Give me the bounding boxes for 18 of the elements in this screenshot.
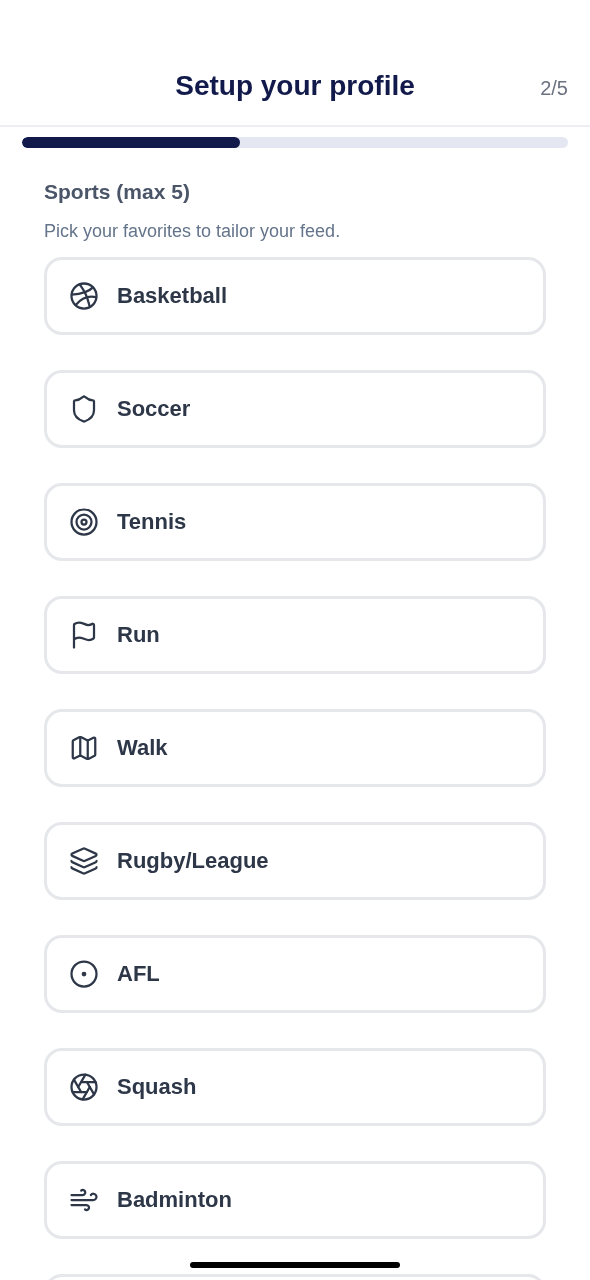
section-title: Sports (max 5) bbox=[44, 179, 191, 205]
step-counter: 2/5 bbox=[540, 76, 568, 101]
sport-option[interactable]: Squash bbox=[44, 1047, 546, 1126]
sport-option[interactable]: Rugby/League bbox=[44, 821, 546, 900]
circle-dot-icon bbox=[69, 958, 99, 989]
ball-icon bbox=[69, 280, 99, 311]
aperture-icon bbox=[69, 1071, 99, 1102]
page-title: Setup your profile bbox=[175, 69, 415, 103]
layers-icon bbox=[69, 845, 99, 876]
sport-option[interactable]: Walk bbox=[44, 708, 546, 787]
section-subtitle: Pick your favorites to tailor your feed. bbox=[44, 219, 342, 243]
target-icon bbox=[69, 506, 99, 537]
sport-option[interactable]: Tennis bbox=[44, 482, 546, 561]
sport-option[interactable]: AFL bbox=[44, 934, 546, 1013]
sport-option[interactable]: Basketball bbox=[44, 256, 546, 335]
sport-option[interactable]: Soccer bbox=[44, 369, 546, 448]
sport-option[interactable]: Badminton bbox=[44, 1160, 546, 1239]
sport-option[interactable]: Run bbox=[44, 595, 546, 674]
